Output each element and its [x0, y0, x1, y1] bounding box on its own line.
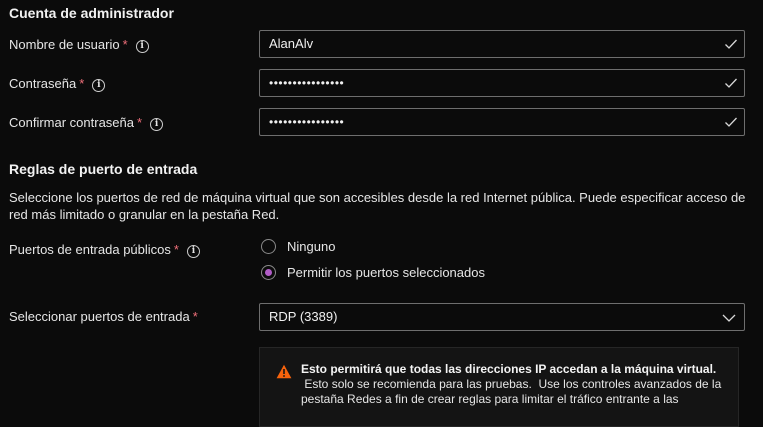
username-label-group: Nombre de usuario * i [9, 37, 149, 53]
info-icon[interactable]: i [92, 79, 106, 92]
info-icon[interactable]: i [186, 245, 200, 258]
password-field[interactable]: •••••••••••••••• [259, 69, 745, 97]
confirm-password-label: Confirmar contraseña [9, 115, 134, 130]
required-mark: * [173, 242, 179, 257]
public-ports-label-group: Puertos de entrada públicos * i [9, 242, 200, 258]
username-value: AlanAlv [269, 36, 314, 51]
radio-button[interactable] [261, 238, 276, 254]
warning-box: Esto permitirá que todas las direcciones… [259, 347, 739, 427]
required-mark: * [122, 37, 128, 52]
check-icon [725, 117, 737, 127]
public-ports-label: Puertos de entrada públicos [9, 242, 171, 257]
radio-button-selected[interactable] [261, 264, 276, 280]
required-mark: * [79, 76, 85, 91]
password-value: •••••••••••••••• [269, 76, 345, 90]
username-field[interactable]: AlanAlv [259, 30, 745, 58]
inbound-ports-selected-value: RDP (3389) [269, 309, 338, 324]
warning-title: Esto permitirá que todas las direcciones… [301, 362, 717, 376]
info-icon[interactable]: i [135, 40, 149, 53]
radio-option-none[interactable]: Ninguno [261, 236, 335, 256]
info-icon[interactable]: i [150, 118, 164, 131]
check-icon [725, 39, 737, 49]
warning-text: Esto permitirá que todas las direcciones… [301, 362, 731, 407]
confirm-password-value: •••••••••••••••• [269, 115, 345, 129]
inbound-ports-dropdown[interactable]: RDP (3389) [259, 303, 745, 331]
ports-description: Seleccione los puertos de red de máquina… [9, 190, 746, 222]
required-mark: * [192, 309, 198, 324]
warning-triangle-icon [276, 364, 292, 379]
radio-label-allow-selected: Permitir los puertos seleccionados [287, 264, 485, 280]
password-label: Contraseña [9, 76, 77, 91]
confirm-password-label-group: Confirmar contraseña * i [9, 115, 164, 131]
chevron-down-icon [722, 314, 736, 322]
username-label: Nombre de usuario [9, 37, 120, 52]
warning-body: Esto solo se recomienda para las pruebas… [301, 377, 725, 406]
confirm-password-field[interactable]: •••••••••••••••• [259, 108, 745, 136]
radio-option-allow-selected[interactable]: Permitir los puertos seleccionados [261, 262, 485, 282]
radio-label-none: Ninguno [287, 238, 336, 254]
required-mark: * [137, 115, 143, 130]
select-ports-label-group: Seleccionar puertos de entrada * [9, 309, 198, 324]
ports-section-title: Reglas de puerto de entrada [9, 161, 198, 177]
admin-section-title: Cuenta de administrador [9, 5, 174, 21]
select-ports-label: Seleccionar puertos de entrada [9, 309, 190, 324]
check-icon [725, 78, 737, 88]
password-label-group: Contraseña * i [9, 76, 106, 92]
